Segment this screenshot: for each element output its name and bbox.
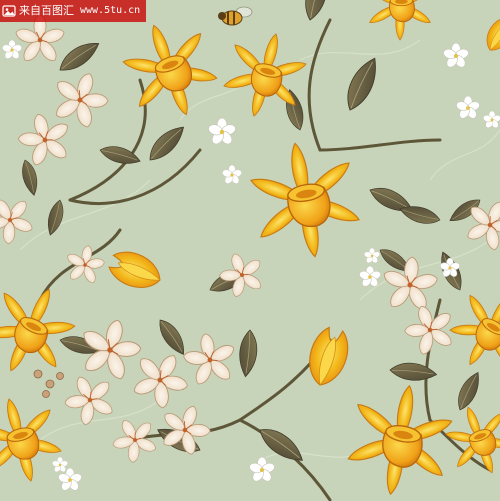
image-icon	[2, 5, 16, 17]
watermark-url: www.5tu.cn	[80, 5, 141, 16]
watermark-site-name: 来自百图汇	[19, 4, 74, 17]
floral-pattern-image: 来自百图汇 www.5tu.cn	[0, 0, 500, 501]
floral-artwork	[0, 0, 500, 501]
watermark-banner: 来自百图汇 www.5tu.cn	[0, 0, 147, 22]
